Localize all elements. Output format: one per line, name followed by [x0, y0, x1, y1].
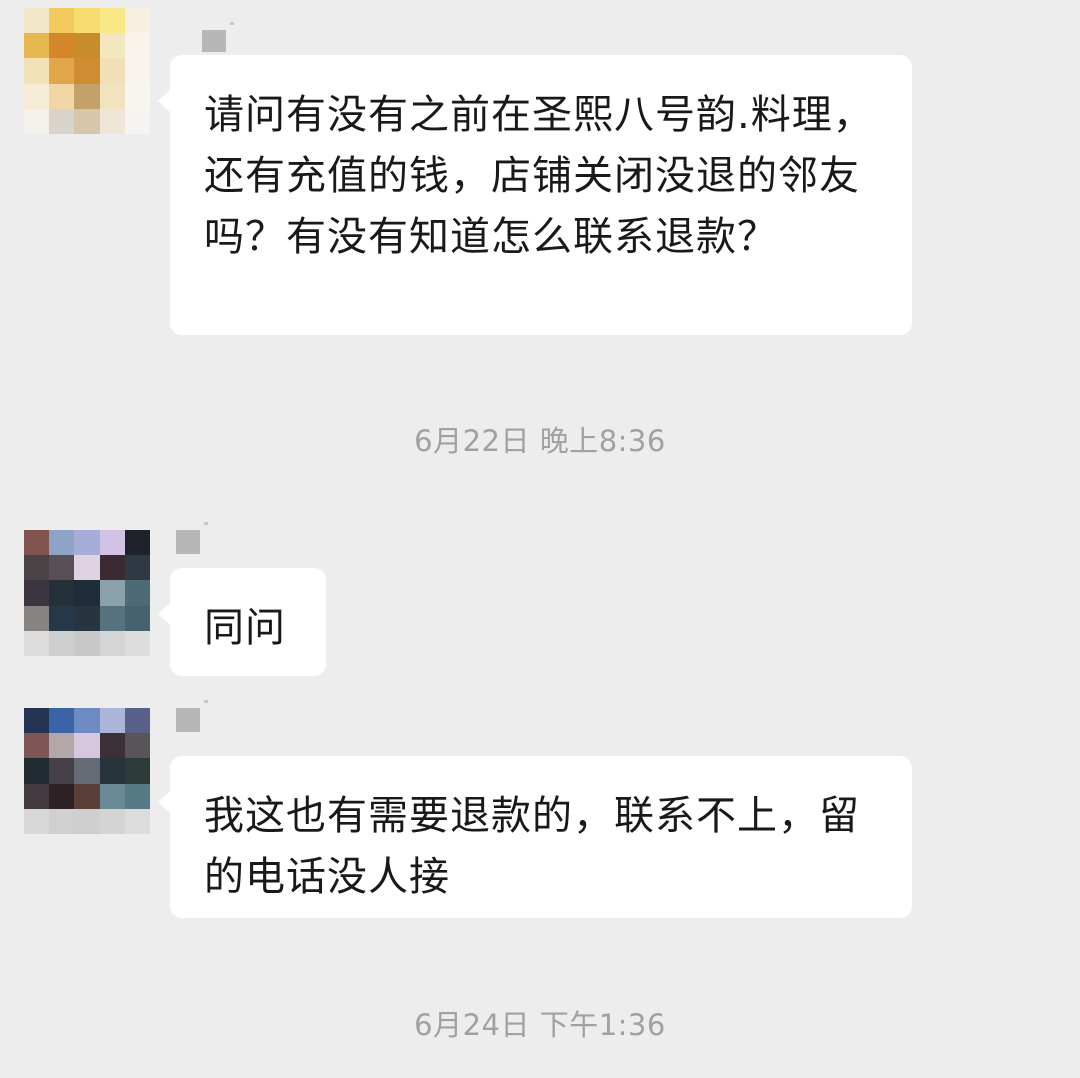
avatar-pixel	[99, 605, 125, 631]
avatar-pixel	[24, 555, 50, 581]
avatar-pixel	[124, 555, 150, 581]
avatar-pixel	[99, 580, 125, 606]
avatar-pixel	[24, 108, 50, 134]
avatar-pixel	[99, 783, 125, 809]
avatar-pixel	[49, 708, 75, 734]
avatar-pixel	[99, 108, 125, 134]
avatar-pixel	[49, 630, 75, 656]
avatar-pixel	[124, 758, 150, 784]
avatar-pixel	[74, 783, 100, 809]
avatar-pixel	[74, 630, 100, 656]
avatar-pixel	[49, 580, 75, 606]
avatar-pixel	[24, 808, 50, 834]
avatar-pixel	[99, 555, 125, 581]
avatar-pixel	[24, 630, 50, 656]
avatar-pixel	[99, 83, 125, 109]
chat-window: 请问有没有之前在圣熙八号韵.料理，还有充值的钱，店铺关闭没退的邻友吗？有没有知道…	[0, 0, 1080, 1078]
message-text: 请问有没有之前在圣熙八号韵.料理，还有充值的钱，店铺关闭没退的邻友吗？有没有知道…	[204, 92, 874, 260]
avatar-pixel	[124, 83, 150, 109]
avatar-pixel	[49, 108, 75, 134]
message-text: 我这也有需要退款的，联系不上，留的电话没人接	[204, 793, 860, 900]
avatar-pixel	[74, 733, 100, 759]
sender-name	[176, 522, 208, 554]
avatar-pixel	[99, 733, 125, 759]
avatar-pixel	[99, 530, 125, 556]
avatar-pixel	[24, 8, 50, 34]
avatar[interactable]	[24, 530, 150, 656]
avatar-pixel	[49, 58, 75, 84]
avatar[interactable]	[24, 708, 150, 834]
avatar-pixel	[124, 530, 150, 556]
avatar-pixel	[24, 605, 50, 631]
sender-name	[176, 700, 208, 732]
message-bubble[interactable]: 同问	[158, 568, 326, 676]
avatar-pixel	[124, 580, 150, 606]
avatar-pixel	[124, 708, 150, 734]
avatar-pixel	[99, 33, 125, 59]
avatar-pixel	[49, 758, 75, 784]
avatar-pixel	[74, 708, 100, 734]
avatar-pixel	[24, 733, 50, 759]
avatar-pixel	[74, 580, 100, 606]
avatar-pixel	[124, 58, 150, 84]
avatar-pixel	[74, 530, 100, 556]
avatar-pixel	[99, 8, 125, 34]
message-bubble[interactable]: 我这也有需要退款的，联系不上，留的电话没人接	[158, 756, 912, 918]
avatar[interactable]	[24, 8, 150, 134]
avatar-pixel	[24, 708, 50, 734]
avatar-pixel	[49, 783, 75, 809]
avatar-pixel	[99, 630, 125, 656]
avatar-pixel	[124, 605, 150, 631]
avatar-pixel	[124, 783, 150, 809]
avatar-pixel	[74, 808, 100, 834]
avatar-pixel	[24, 530, 50, 556]
avatar-pixel	[24, 783, 50, 809]
avatar-pixel	[49, 530, 75, 556]
avatar-pixel	[124, 108, 150, 134]
avatar-pixel	[74, 33, 100, 59]
avatar-pixel	[124, 8, 150, 34]
avatar-pixel	[74, 108, 100, 134]
avatar-pixel	[49, 733, 75, 759]
timestamp: 6月22日 晚上8:36	[414, 424, 666, 458]
avatar-pixel	[99, 58, 125, 84]
avatar-pixel	[24, 33, 50, 59]
avatar-pixel	[49, 8, 75, 34]
avatar-pixel	[124, 733, 150, 759]
avatar-pixel	[24, 758, 50, 784]
avatar-pixel	[99, 808, 125, 834]
avatar-pixel	[74, 83, 100, 109]
avatar-pixel	[74, 605, 100, 631]
message-bubble[interactable]: 请问有没有之前在圣熙八号韵.料理，还有充值的钱，店铺关闭没退的邻友吗？有没有知道…	[158, 55, 912, 335]
avatar-pixel	[74, 758, 100, 784]
avatar-pixel	[124, 33, 150, 59]
avatar-pixel	[24, 83, 50, 109]
sender-name	[202, 22, 234, 52]
avatar-pixel	[124, 808, 150, 834]
avatar-pixel	[74, 555, 100, 581]
avatar-pixel	[49, 83, 75, 109]
avatar-pixel	[74, 8, 100, 34]
avatar-pixel	[99, 758, 125, 784]
avatar-pixel	[24, 580, 50, 606]
avatar-pixel	[24, 58, 50, 84]
avatar-pixel	[99, 708, 125, 734]
message-text: 同问	[204, 605, 286, 651]
avatar-pixel	[124, 630, 150, 656]
timestamp: 6月24日 下午1:36	[414, 1008, 666, 1042]
avatar-pixel	[49, 605, 75, 631]
avatar-pixel	[49, 555, 75, 581]
avatar-pixel	[49, 808, 75, 834]
avatar-pixel	[74, 58, 100, 84]
avatar-pixel	[49, 33, 75, 59]
